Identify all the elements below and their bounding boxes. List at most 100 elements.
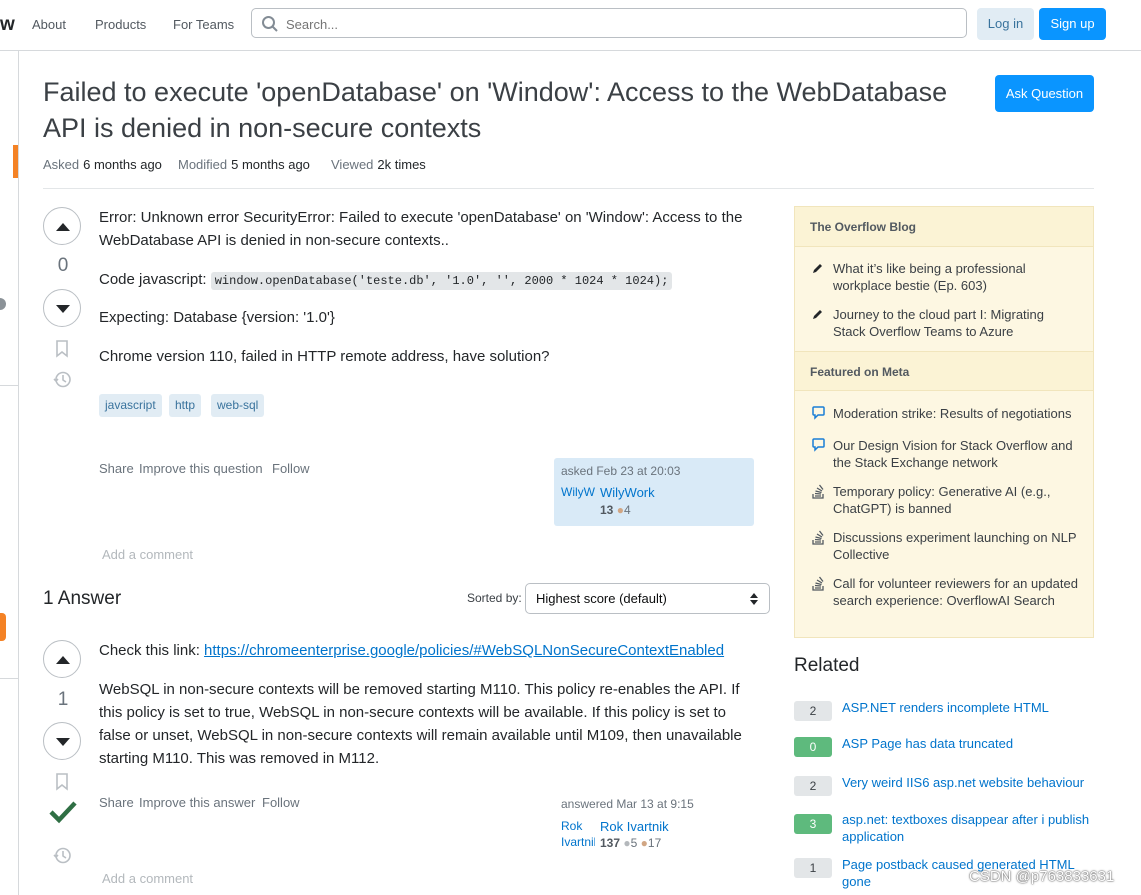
related-score-badge[interactable]: 2 bbox=[794, 776, 832, 796]
blog-heading: The Overflow Blog bbox=[795, 207, 1093, 247]
meta-asked: Asked 6 months ago bbox=[43, 157, 162, 172]
nav-for-teams[interactable]: For Teams bbox=[173, 17, 234, 32]
site-logo[interactable]: w bbox=[0, 14, 15, 36]
signup-button[interactable]: Sign up bbox=[1039, 8, 1106, 40]
bookmark-icon[interactable] bbox=[55, 340, 69, 358]
answer-downvote-button[interactable] bbox=[43, 722, 81, 760]
related-score-badge[interactable]: 1 bbox=[794, 858, 832, 878]
question-upvote-button[interactable] bbox=[43, 207, 81, 245]
meta-item[interactable]: Moderation strike: Results of negotiatio… bbox=[833, 405, 1078, 422]
speech-bubble-icon bbox=[812, 406, 825, 420]
add-comment-link[interactable]: Add a comment bbox=[102, 547, 193, 562]
nav-about[interactable]: About bbox=[32, 17, 66, 32]
share-link[interactable]: Share bbox=[99, 795, 134, 810]
follow-link[interactable]: Follow bbox=[272, 461, 310, 476]
arrow-down-icon bbox=[56, 738, 70, 746]
tag-web-sql[interactable]: web-sql bbox=[211, 394, 265, 417]
ask-question-button[interactable]: Ask Question bbox=[995, 75, 1094, 112]
asked-time[interactable]: asked Feb 23 at 20:03 bbox=[561, 464, 680, 478]
avatar[interactable]: WilyWork bbox=[561, 484, 595, 518]
bronze-badge-count: 17 bbox=[647, 836, 662, 850]
related-question-link[interactable]: asp.net: textboxes disappear after i pub… bbox=[842, 811, 1092, 845]
pencil-icon bbox=[813, 310, 822, 319]
accepted-checkmark-icon bbox=[49, 801, 77, 824]
speech-bubble-icon bbox=[812, 438, 825, 452]
reputation-score: 137 bbox=[600, 836, 621, 850]
login-button[interactable]: Log in bbox=[977, 8, 1034, 40]
meta-item[interactable]: Our Design Vision for Stack Overflow and… bbox=[833, 437, 1078, 471]
meta-item[interactable]: Temporary policy: Generative AI (e.g., C… bbox=[833, 483, 1078, 517]
add-comment-link[interactable]: Add a comment bbox=[102, 871, 193, 886]
meta-asked-value[interactable]: 6 months ago bbox=[83, 157, 162, 172]
question-body-paragraph: Expecting: Database {version: '1.0'} bbox=[99, 309, 335, 326]
related-score-badge[interactable]: 2 bbox=[794, 701, 832, 721]
meta-item[interactable]: Discussions experiment launching on NLP … bbox=[833, 529, 1078, 563]
silver-badge-count: 5 bbox=[630, 836, 638, 850]
bookmark-icon[interactable] bbox=[55, 773, 69, 791]
select-arrows-icon bbox=[750, 593, 758, 605]
bronze-badge-count: 4 bbox=[623, 503, 631, 517]
avatar[interactable]: Rok Ivartnik bbox=[561, 818, 595, 852]
bronze-badge-icon: ● bbox=[616, 503, 624, 517]
meta-viewed-label: Viewed bbox=[331, 157, 374, 172]
inline-code: window.openDatabase('teste.db', '1.0', '… bbox=[210, 272, 673, 290]
watermark: CSDN @p763833631 bbox=[969, 868, 1115, 885]
question-body-paragraph: Error: Unknown error SecurityError: Fail… bbox=[99, 209, 743, 249]
user-name-link[interactable]: Rok Ivartnik bbox=[600, 819, 669, 834]
question-downvote-button[interactable] bbox=[43, 289, 81, 327]
follow-link[interactable]: Follow bbox=[262, 795, 300, 810]
user-name-link[interactable]: WilyWork bbox=[600, 485, 655, 500]
meta-viewed: Viewed 2k times bbox=[331, 157, 426, 172]
answered-time[interactable]: answered Mar 13 at 9:15 bbox=[561, 797, 694, 811]
related-question-link[interactable]: Very weird IIS6 asp.net website behaviou… bbox=[842, 774, 1092, 791]
meta-item[interactable]: Call for volunteer reviewers for an upda… bbox=[833, 575, 1078, 609]
arrow-up-icon bbox=[56, 223, 70, 231]
arrow-down-icon bbox=[56, 305, 70, 313]
search-input[interactable] bbox=[284, 13, 948, 35]
answer-link-prefix: Check this link: bbox=[99, 642, 205, 659]
meta-heading: Featured on Meta bbox=[795, 351, 1093, 391]
blog-item[interactable]: What it’s like being a professional work… bbox=[833, 260, 1078, 294]
stack-exchange-icon bbox=[812, 576, 824, 591]
sort-select[interactable]: Highest score (default) bbox=[525, 583, 770, 614]
nav-products[interactable]: Products bbox=[95, 17, 146, 32]
related-score-badge[interactable]: 3 bbox=[794, 814, 832, 834]
policy-link[interactable]: https://chromeenterprise.google/policies… bbox=[204, 642, 724, 659]
search-box[interactable] bbox=[251, 8, 967, 38]
related-score-badge[interactable]: 0 bbox=[794, 737, 832, 757]
tag-javascript[interactable]: javascript bbox=[99, 394, 162, 417]
question-body-paragraph: Chrome version 110, failed in HTTP remot… bbox=[99, 348, 550, 365]
bronze-badge-icon: ● bbox=[640, 836, 648, 850]
related-heading: Related bbox=[794, 655, 860, 676]
overflow-blog-widget: The Overflow Blog What it’s like being a… bbox=[794, 206, 1094, 638]
asked-user-card: asked Feb 23 at 20:03 WilyWork WilyWork … bbox=[554, 458, 754, 526]
arrow-up-icon bbox=[56, 656, 70, 664]
question-title[interactable]: Failed to execute 'openDatabase' on 'Win… bbox=[43, 74, 988, 146]
history-icon[interactable] bbox=[53, 370, 72, 389]
answer-body-link-line: Check this link: https://chromeenterpris… bbox=[99, 639, 769, 662]
silver-badge-icon: ● bbox=[623, 836, 631, 850]
answer-body-paragraph: WebSQL in non-secure contexts will be re… bbox=[99, 681, 742, 767]
answer-vote-count: 1 bbox=[57, 689, 69, 710]
sort-label: Sorted by: bbox=[467, 591, 522, 605]
meta-asked-label: Asked bbox=[43, 157, 80, 172]
question-vote-count: 0 bbox=[57, 255, 69, 276]
improve-question-link[interactable]: Improve this question bbox=[139, 461, 263, 476]
meta-modified-value[interactable]: 5 months ago bbox=[231, 157, 310, 172]
pencil-icon bbox=[813, 264, 822, 273]
related-question-link[interactable]: ASP Page has data truncated bbox=[842, 735, 1092, 752]
header-divider bbox=[43, 188, 1094, 189]
share-link[interactable]: Share bbox=[99, 461, 134, 476]
top-bar: w About Products For Teams Log in Sign u… bbox=[0, 0, 1141, 51]
user-reputation: 137 ●5 ●17 bbox=[600, 836, 661, 850]
answer-upvote-button[interactable] bbox=[43, 640, 81, 678]
blog-item[interactable]: Journey to the cloud part I: Migrating S… bbox=[833, 306, 1078, 340]
meta-modified-label: Modified bbox=[178, 157, 228, 172]
tag-http[interactable]: http bbox=[169, 394, 202, 417]
history-icon[interactable] bbox=[53, 846, 72, 865]
related-question-link[interactable]: ASP.NET renders incomplete HTML bbox=[842, 699, 1092, 716]
left-sidebar-orange-button[interactable] bbox=[0, 613, 6, 641]
question-body-code-line: Code javascript: window.openDatabase('te… bbox=[99, 268, 769, 293]
improve-answer-link[interactable]: Improve this answer bbox=[139, 795, 255, 810]
reputation-score: 13 bbox=[600, 503, 614, 517]
